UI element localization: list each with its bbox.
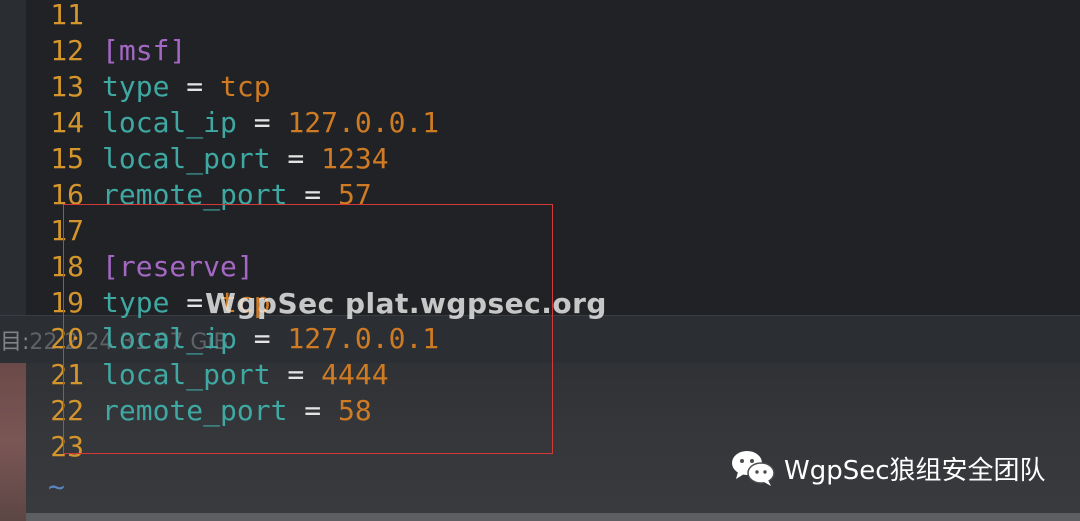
code-token-op: = — [270, 142, 322, 175]
bottom-edge — [26, 513, 1080, 521]
code-line[interactable]: 13 type = tcp — [0, 69, 439, 105]
brand-text: WgpSec狼组安全团队 — [784, 455, 1046, 486]
code-token-key: local_ip — [102, 106, 237, 139]
line-number: 12 — [50, 34, 84, 67]
line-number: 15 — [50, 142, 84, 175]
code-token-op: = — [169, 70, 221, 103]
empty-line-marker: ~ — [48, 470, 65, 503]
line-number: 13 — [50, 70, 84, 103]
code-line[interactable]: 14 local_ip = 127.0.0.1 — [0, 105, 439, 141]
code-line[interactable]: 12 [msf] — [0, 33, 439, 69]
empty-line-marker: ~ — [48, 506, 65, 521]
code-token-val-str: tcp — [220, 70, 271, 103]
code-line[interactable]: 11 — [0, 0, 439, 33]
code-token-key: type — [102, 70, 170, 103]
wechat-icon — [730, 448, 776, 488]
code-token-section: [msf] — [102, 34, 187, 67]
code-line[interactable]: 15 local_port = 1234 — [0, 141, 439, 177]
line-number: 11 — [50, 0, 84, 31]
line-number: 14 — [50, 106, 84, 139]
code-token-val-num: 1234 — [321, 142, 389, 175]
highlight-box — [63, 204, 553, 454]
brand-watermark: WgpSec狼组安全团队 — [730, 448, 1046, 488]
code-token-key: local_port — [102, 142, 271, 175]
watermark-text: WgpSec plat.wgpsec.org — [205, 287, 607, 320]
code-token-val-num: 127.0.0.1 — [287, 106, 440, 139]
code-token-op: = — [236, 106, 288, 139]
